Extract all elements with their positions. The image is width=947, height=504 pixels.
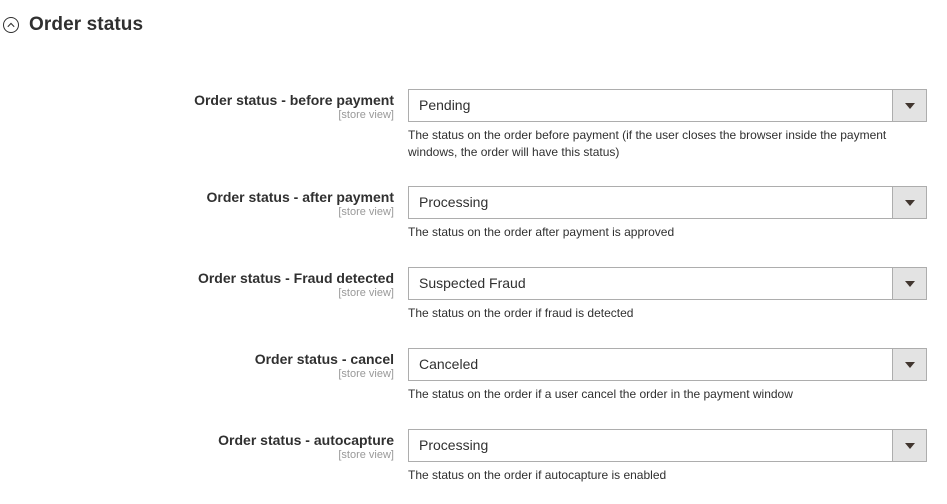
field-label-group: Order status - Fraud detected [store vie… bbox=[198, 269, 394, 300]
field-label-group: Order status - cancel [store view] bbox=[255, 350, 394, 381]
select-value: Pending bbox=[419, 97, 471, 113]
select-value: Processing bbox=[419, 437, 489, 453]
field-label: Order status - after payment bbox=[206, 189, 395, 205]
select-toggle[interactable] bbox=[892, 187, 926, 218]
section-header-order-status[interactable]: Order status bbox=[3, 14, 143, 36]
field-note: The status on the order after payment is… bbox=[408, 225, 675, 239]
field-label: Order status - cancel bbox=[254, 351, 394, 367]
order-status-cancel-select[interactable]: Canceled bbox=[408, 348, 927, 381]
field-label-group: Order status - after payment [store view… bbox=[207, 188, 395, 219]
field-note: The status on the order before payment (… bbox=[408, 128, 887, 159]
select-toggle[interactable] bbox=[892, 90, 926, 121]
scope-label: [store view] bbox=[338, 287, 394, 299]
caret-down-icon bbox=[904, 102, 915, 109]
field-note: The status on the order if autocapture i… bbox=[408, 468, 667, 482]
field-note: The status on the order if a user cancel… bbox=[408, 387, 793, 401]
select-toggle[interactable] bbox=[892, 268, 926, 299]
chevron-up-circle-icon[interactable] bbox=[3, 17, 19, 33]
select-toggle[interactable] bbox=[892, 349, 926, 380]
order-status-fraud-detected-select[interactable]: Suspected Fraud bbox=[408, 267, 927, 300]
caret-down-icon bbox=[904, 280, 915, 287]
order-status-after-payment-select[interactable]: Processing bbox=[408, 186, 927, 219]
field-label: Order status - autocapture bbox=[218, 432, 394, 448]
order-status-autocapture-select[interactable]: Processing bbox=[408, 429, 927, 462]
scope-label: [store view] bbox=[338, 206, 394, 218]
select-value: Processing bbox=[419, 194, 489, 210]
caret-down-icon bbox=[904, 361, 915, 368]
order-status-before-payment-select[interactable]: Pending bbox=[408, 89, 927, 122]
select-toggle[interactable] bbox=[892, 430, 926, 461]
select-value: Canceled bbox=[419, 356, 479, 372]
scope-label: [store view] bbox=[338, 368, 394, 380]
section-title: Order status bbox=[29, 14, 144, 35]
field-label: Order status - Fraud detected bbox=[197, 270, 394, 286]
field-label-group: Order status - before payment [store vie… bbox=[194, 91, 394, 122]
caret-down-icon bbox=[904, 442, 915, 449]
field-label-group: Order status - autocapture [store view] bbox=[218, 431, 394, 462]
field-label: Order status - before payment bbox=[194, 92, 394, 108]
scope-label: [store view] bbox=[338, 449, 394, 461]
select-value: Suspected Fraud bbox=[419, 275, 526, 291]
scope-label: [store view] bbox=[338, 109, 394, 121]
field-note: The status on the order if fraud is dete… bbox=[408, 306, 634, 320]
caret-down-icon bbox=[904, 199, 915, 206]
